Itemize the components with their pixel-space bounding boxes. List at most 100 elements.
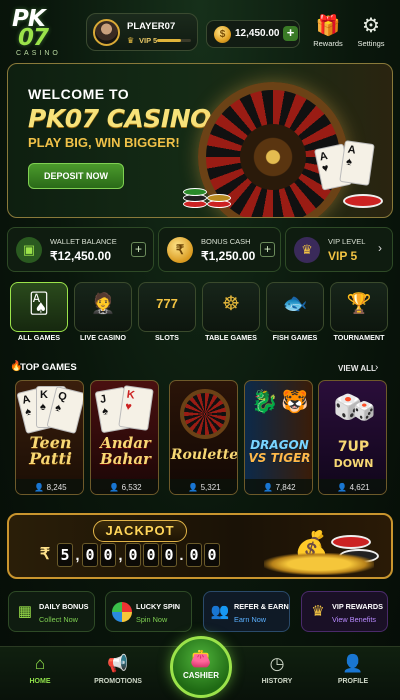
quick-action-title: DAILY BONUS bbox=[39, 602, 89, 611]
view-all-link[interactable]: VIEW ALL bbox=[338, 364, 376, 373]
bonus-cash-card: ₹ BONUS CASH ₹1,250.00 + bbox=[158, 227, 281, 272]
category-tournament[interactable]: 🏆 TOURNAMENT bbox=[330, 282, 388, 350]
jackpot-digit: 5 bbox=[57, 543, 73, 567]
game-card-teen-patti[interactable]: A ♠ K ♠ Q ♠ Teen Patti 👤 8,245 bbox=[15, 380, 84, 495]
dealer-icon: 🤵 bbox=[90, 293, 116, 315]
quick-action-subtitle: Spin Now bbox=[136, 615, 168, 624]
nav-home[interactable]: ⌂ HOME bbox=[10, 654, 70, 685]
top-games-title: TOP GAMES bbox=[20, 362, 77, 373]
player-count: 👤 6,532 bbox=[91, 479, 158, 494]
game-title-line2: Patti bbox=[29, 449, 72, 468]
deposit-now-button[interactable]: DEPOSIT NOW bbox=[28, 163, 124, 189]
vip-badge: VIP 5 bbox=[139, 36, 158, 45]
settings-button[interactable]: ⚙ Settings bbox=[349, 15, 393, 48]
jackpot-digit: 0 bbox=[82, 543, 98, 567]
playing-card-illustration: K ♥ bbox=[118, 385, 154, 431]
avatar[interactable] bbox=[93, 19, 120, 46]
game-card-7up-down[interactable]: 🎲 🎲 7UP DOWN 👤 4,621 bbox=[318, 380, 387, 495]
game-title-line1: 7UP bbox=[337, 439, 370, 455]
game-title: DRAGON VS TIGER bbox=[245, 438, 312, 465]
category-table-games[interactable]: ☸ TABLE GAMES bbox=[202, 282, 260, 350]
daily-bonus-button[interactable]: ▦ DAILY BONUS Collect Now bbox=[8, 591, 95, 632]
gold-coins-illustration bbox=[264, 553, 374, 575]
nav-label: HOME bbox=[29, 678, 51, 685]
jackpot-amount: 5,00,000.00 bbox=[57, 543, 220, 569]
jackpot-digit: 0 bbox=[161, 543, 177, 567]
profile-icon: 👤 bbox=[342, 654, 364, 673]
game-title-line1: DRAGON bbox=[250, 438, 309, 452]
game-title-line2: Bahar bbox=[100, 450, 151, 468]
dice-icon: 🎲 bbox=[353, 401, 376, 421]
calendar-icon: ▦ bbox=[17, 603, 33, 620]
quick-action-title: VIP REWARDS bbox=[332, 602, 383, 611]
player-count: 👤 4,621 bbox=[319, 479, 386, 494]
category-label: FISH GAMES bbox=[272, 333, 318, 342]
player-profile-card[interactable]: PLAYER07 ♛ VIP 5 bbox=[86, 13, 198, 51]
logo-text-2: 07 bbox=[18, 25, 49, 51]
game-card-andar-bahar[interactable]: J ♠ K ♥ Andar Bahar 👤 6,532 bbox=[90, 380, 159, 495]
slot-machine-icon: 777 bbox=[156, 296, 178, 311]
nav-label: HISTORY bbox=[261, 678, 293, 685]
chip-illustration bbox=[331, 535, 371, 549]
vip-rewards-button[interactable]: ♛ VIP REWARDS View Benefits bbox=[301, 591, 388, 632]
chip-stack-illustration bbox=[183, 174, 243, 214]
dragon-icon: 🐉 bbox=[251, 389, 279, 414]
game-title: 7UP DOWN bbox=[319, 439, 386, 472]
add-coins-button[interactable]: + bbox=[283, 26, 298, 41]
lucky-spin-button[interactable]: LUCKY SPIN Spin Now bbox=[105, 591, 192, 632]
nav-profile[interactable]: 👤 PROFILE bbox=[323, 654, 383, 685]
category-label: TOURNAMENT bbox=[333, 333, 385, 342]
player-count-value: 4,621 bbox=[349, 483, 370, 492]
vip-level-card[interactable]: ♛ VIP LEVEL VIP 5 › bbox=[285, 227, 393, 272]
category-live-casino[interactable]: 🤵 LIVE CASINO bbox=[74, 282, 132, 350]
player-count-value: 7,842 bbox=[275, 483, 296, 492]
refer-and-earn-button[interactable]: 👥 REFER & EARN Earn Now bbox=[203, 591, 290, 632]
jackpot-digit: 0 bbox=[143, 543, 159, 567]
vip-level-value: VIP 5 bbox=[328, 249, 358, 263]
jackpot-label: JACKPOT bbox=[93, 520, 187, 542]
chevron-right-icon: › bbox=[378, 241, 382, 255]
jackpot-digit: 0 bbox=[100, 543, 116, 567]
vip-progress-bar bbox=[157, 39, 191, 42]
bonus-coin-icon: ₹ bbox=[167, 237, 193, 263]
quick-action-title: REFER & EARN bbox=[234, 602, 289, 611]
wallet-balance-label: WALLET BALANCE bbox=[50, 237, 117, 246]
rewards-button[interactable]: 🎁 Rewards bbox=[306, 15, 350, 48]
vip-progress-fill bbox=[157, 39, 181, 42]
game-card-roulette[interactable]: Roulette 👤 5,321 bbox=[169, 380, 238, 495]
wallet-icon: 👛 bbox=[190, 649, 212, 668]
game-card-dragon-vs-tiger[interactable]: 🐉 🐯 DRAGON VS TIGER 👤 7,842 bbox=[244, 380, 313, 495]
player-count: 👤 7,842 bbox=[245, 479, 312, 494]
bonus-cash-label: BONUS CASH bbox=[201, 237, 251, 246]
jackpot-banner[interactable]: JACKPOT ₹ 5,00,000.00 💰 bbox=[7, 513, 393, 579]
banner-title: PK07 CASINO bbox=[28, 104, 211, 133]
tiger-icon: 🐯 bbox=[281, 389, 309, 414]
vip-crown-icon: ♛ bbox=[294, 237, 320, 263]
add-bonus-button[interactable]: + bbox=[260, 242, 275, 257]
quick-action-title: LUCKY SPIN bbox=[136, 602, 181, 611]
wallet-balance-card: ▣ WALLET BALANCE ₹12,450.00 + bbox=[7, 227, 154, 272]
category-fish-games[interactable]: 🐟 FISH GAMES bbox=[266, 282, 324, 350]
nav-promotions[interactable]: 📢 PROMOTIONS bbox=[88, 654, 148, 685]
game-title: Teen Patti bbox=[16, 435, 83, 468]
player-count-value: 6,532 bbox=[121, 483, 142, 492]
fish-icon: 🐟 bbox=[282, 293, 308, 315]
nav-history[interactable]: ◷ HISTORY bbox=[247, 654, 307, 685]
welcome-banner: WELCOME TO PK07 CASINO PLAY BIG, WIN BIG… bbox=[7, 63, 393, 218]
chevron-right-icon[interactable]: › bbox=[375, 362, 378, 373]
player-name: PLAYER07 bbox=[127, 21, 176, 32]
nav-cashier[interactable]: 👛 CASHIER bbox=[170, 636, 232, 698]
roulette-hub bbox=[240, 124, 306, 190]
category-slots[interactable]: 777 SLOTS bbox=[138, 282, 196, 350]
category-all-games[interactable]: 🂡 ALL GAMES bbox=[10, 282, 68, 350]
add-wallet-button[interactable]: + bbox=[131, 242, 146, 257]
wallet-icon: ▣ bbox=[16, 237, 42, 263]
game-title-line1: Roulette bbox=[170, 447, 238, 463]
player-count-value: 8,245 bbox=[46, 483, 67, 492]
nav-label: PROFILE bbox=[337, 678, 369, 685]
quick-action-subtitle: Earn Now bbox=[234, 615, 267, 624]
jackpot-separator: , bbox=[75, 547, 80, 564]
cards-icon: 🂡 bbox=[28, 293, 50, 315]
history-icon: ◷ bbox=[269, 654, 285, 673]
game-title-line2: VS TIGER bbox=[248, 451, 311, 465]
